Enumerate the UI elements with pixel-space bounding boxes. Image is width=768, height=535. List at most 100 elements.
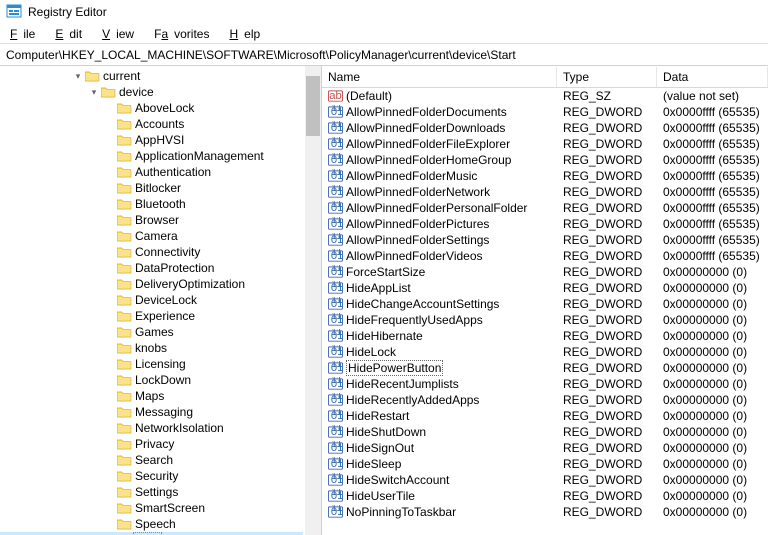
registry-value-row[interactable]: HideLockREG_DWORD0x00000000 (0) <box>322 344 768 360</box>
registry-value-row[interactable]: AllowPinnedFolderDownloadsREG_DWORD0x000… <box>322 120 768 136</box>
registry-value-row[interactable]: HideUserTileREG_DWORD0x00000000 (0) <box>322 488 768 504</box>
registry-value-row[interactable]: AllowPinnedFolderDocumentsREG_DWORD0x000… <box>322 104 768 120</box>
folder-icon <box>117 486 132 498</box>
tree-item-dataprotection[interactable]: DataProtection <box>0 260 303 276</box>
tree-item-deliveryoptimization[interactable]: DeliveryOptimization <box>0 276 303 292</box>
scrollbar-thumb[interactable] <box>306 76 320 136</box>
tree-item-games[interactable]: Games <box>0 324 303 340</box>
value-name: HideHibernate <box>346 329 423 343</box>
tree-item-camera[interactable]: Camera <box>0 228 303 244</box>
registry-value-row[interactable]: AllowPinnedFolderNetworkREG_DWORD0x0000f… <box>322 184 768 200</box>
registry-value-row[interactable]: HideAppListREG_DWORD0x00000000 (0) <box>322 280 768 296</box>
menu-edit[interactable]: Edit <box>49 26 94 41</box>
folder-icon <box>117 134 132 146</box>
registry-value-row[interactable]: HideSwitchAccountREG_DWORD0x00000000 (0) <box>322 472 768 488</box>
registry-value-row[interactable]: HideHibernateREG_DWORD0x00000000 (0) <box>322 328 768 344</box>
registry-value-row[interactable]: NoPinningToTaskbarREG_DWORD0x00000000 (0… <box>322 504 768 520</box>
registry-value-row[interactable]: AllowPinnedFolderVideosREG_DWORD0x0000ff… <box>322 248 768 264</box>
tree-item-bitlocker[interactable]: Bitlocker <box>0 180 303 196</box>
title-bar: Registry Editor <box>0 0 768 24</box>
value-type: REG_DWORD <box>557 297 657 311</box>
expander-icon[interactable] <box>88 86 100 98</box>
tree-item-lockdown[interactable]: LockDown <box>0 372 303 388</box>
tree-item-applicationmanagement[interactable]: ApplicationManagement <box>0 148 303 164</box>
tree-item-smartscreen[interactable]: SmartScreen <box>0 500 303 516</box>
menu-help[interactable]: Help <box>223 26 272 41</box>
tree-item-connectivity[interactable]: Connectivity <box>0 244 303 260</box>
value-name: AllowPinnedFolderDocuments <box>346 105 507 119</box>
list-header: Name Type Data <box>322 66 768 88</box>
tree-item-settings[interactable]: Settings <box>0 484 303 500</box>
window-title: Registry Editor <box>28 5 107 19</box>
tree-item-devicelock[interactable]: DeviceLock <box>0 292 303 308</box>
main-area: currentdeviceAboveLockAccountsAppHVSIApp… <box>0 66 768 535</box>
folder-icon <box>117 406 132 418</box>
column-header-type[interactable]: Type <box>557 67 657 87</box>
value-type: REG_DWORD <box>557 137 657 151</box>
reg-dword-icon <box>328 121 343 135</box>
reg-dword-icon <box>328 217 343 231</box>
value-type: REG_DWORD <box>557 201 657 215</box>
registry-value-row[interactable]: ForceStartSizeREG_DWORD0x00000000 (0) <box>322 264 768 280</box>
value-type: REG_DWORD <box>557 441 657 455</box>
folder-icon <box>117 390 132 402</box>
tree-item-knobs[interactable]: knobs <box>0 340 303 356</box>
registry-value-row[interactable]: HideFrequentlyUsedAppsREG_DWORD0x0000000… <box>322 312 768 328</box>
registry-value-row[interactable]: AllowPinnedFolderPicturesREG_DWORD0x0000… <box>322 216 768 232</box>
tree-item-maps[interactable]: Maps <box>0 388 303 404</box>
menu-file[interactable]: File <box>4 26 47 41</box>
reg-dword-icon <box>328 297 343 311</box>
tree-scrollbar[interactable] <box>305 66 321 535</box>
reg-dword-icon <box>328 441 343 455</box>
reg-dword-icon <box>328 137 343 151</box>
folder-icon <box>117 374 132 386</box>
tree-item-browser[interactable]: Browser <box>0 212 303 228</box>
value-name: ForceStartSize <box>346 265 425 279</box>
registry-value-row[interactable]: AllowPinnedFolderSettingsREG_DWORD0x0000… <box>322 232 768 248</box>
value-name: NoPinningToTaskbar <box>346 505 456 519</box>
tree-item-search[interactable]: Search <box>0 452 303 468</box>
registry-value-row[interactable]: HideRestartREG_DWORD0x00000000 (0) <box>322 408 768 424</box>
tree-item-privacy[interactable]: Privacy <box>0 436 303 452</box>
registry-value-row[interactable]: HidePowerButtonREG_DWORD0x00000000 (0) <box>322 360 768 376</box>
registry-value-row[interactable]: AllowPinnedFolderPersonalFolderREG_DWORD… <box>322 200 768 216</box>
tree-item-messaging[interactable]: Messaging <box>0 404 303 420</box>
tree-item-licensing[interactable]: Licensing <box>0 356 303 372</box>
tree-item-authentication[interactable]: Authentication <box>0 164 303 180</box>
menu-favorites[interactable]: Favorites <box>148 26 221 41</box>
tree-item-current[interactable]: current <box>0 68 303 84</box>
address-bar[interactable]: Computer\HKEY_LOCAL_MACHINE\SOFTWARE\Mic… <box>0 44 768 66</box>
list-body[interactable]: (Default)REG_SZ(value not set)AllowPinne… <box>322 88 768 535</box>
registry-value-row[interactable]: HideRecentJumplistsREG_DWORD0x00000000 (… <box>322 376 768 392</box>
value-type: REG_DWORD <box>557 329 657 343</box>
folder-icon <box>117 214 132 226</box>
registry-value-row[interactable]: AllowPinnedFolderHomeGroupREG_DWORD0x000… <box>322 152 768 168</box>
tree-item-accounts[interactable]: Accounts <box>0 116 303 132</box>
expander-icon[interactable] <box>72 70 84 82</box>
tree-item-apphvsi[interactable]: AppHVSI <box>0 132 303 148</box>
tree-pane[interactable]: currentdeviceAboveLockAccountsAppHVSIApp… <box>0 66 322 535</box>
registry-value-row[interactable]: HideShutDownREG_DWORD0x00000000 (0) <box>322 424 768 440</box>
tree-item-security[interactable]: Security <box>0 468 303 484</box>
column-header-data[interactable]: Data <box>657 67 768 87</box>
reg-dword-icon <box>328 329 343 343</box>
registry-value-row[interactable]: AllowPinnedFolderFileExplorerREG_DWORD0x… <box>322 136 768 152</box>
registry-value-row[interactable]: HideChangeAccountSettingsREG_DWORD0x0000… <box>322 296 768 312</box>
registry-value-row[interactable]: (Default)REG_SZ(value not set) <box>322 88 768 104</box>
tree-item-experience[interactable]: Experience <box>0 308 303 324</box>
menu-view[interactable]: View <box>96 26 146 41</box>
tree-item-networkisolation[interactable]: NetworkIsolation <box>0 420 303 436</box>
registry-value-row[interactable]: HideRecentlyAddedAppsREG_DWORD0x00000000… <box>322 392 768 408</box>
registry-value-row[interactable]: HideSleepREG_DWORD0x00000000 (0) <box>322 456 768 472</box>
tree-item-speech[interactable]: Speech <box>0 516 303 532</box>
registry-value-row[interactable]: HideSignOutREG_DWORD0x00000000 (0) <box>322 440 768 456</box>
folder-icon <box>117 518 132 530</box>
tree-item-device[interactable]: device <box>0 84 303 100</box>
column-header-name[interactable]: Name <box>322 67 557 87</box>
folder-icon <box>117 454 132 466</box>
reg-dword-icon <box>328 281 343 295</box>
registry-value-row[interactable]: AllowPinnedFolderMusicREG_DWORD0x0000fff… <box>322 168 768 184</box>
tree-item-abovelock[interactable]: AboveLock <box>0 100 303 116</box>
value-name: HideSwitchAccount <box>346 473 449 487</box>
tree-item-bluetooth[interactable]: Bluetooth <box>0 196 303 212</box>
